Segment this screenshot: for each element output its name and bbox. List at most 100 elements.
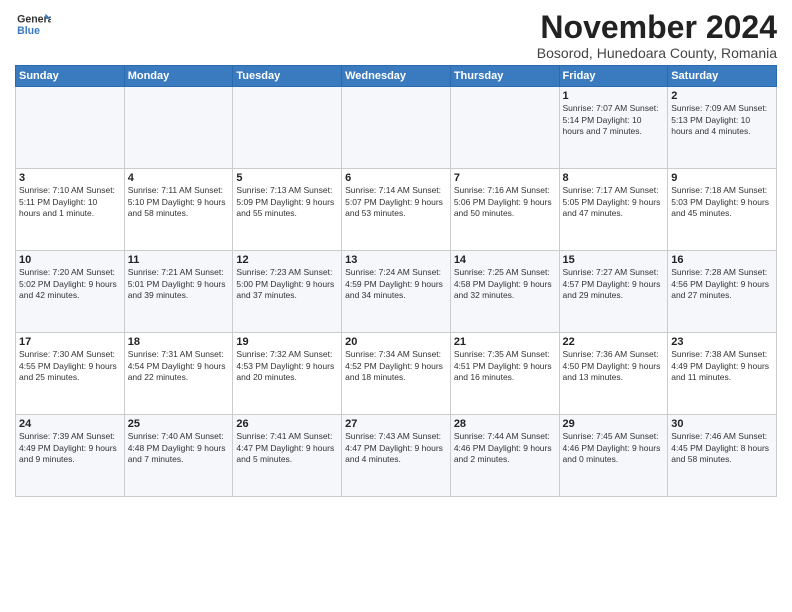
table-row: 22Sunrise: 7:36 AM Sunset: 4:50 PM Dayli…	[559, 333, 668, 415]
day-info: Sunrise: 7:46 AM Sunset: 4:45 PM Dayligh…	[671, 431, 773, 465]
header-wednesday: Wednesday	[342, 66, 451, 87]
month-title: November 2024	[537, 10, 777, 45]
header-tuesday: Tuesday	[233, 66, 342, 87]
day-info: Sunrise: 7:11 AM Sunset: 5:10 PM Dayligh…	[128, 185, 230, 219]
day-number: 2	[671, 90, 773, 102]
calendar-week-row: 10Sunrise: 7:20 AM Sunset: 5:02 PM Dayli…	[16, 251, 777, 333]
day-info: Sunrise: 7:45 AM Sunset: 4:46 PM Dayligh…	[563, 431, 665, 465]
day-info: Sunrise: 7:32 AM Sunset: 4:53 PM Dayligh…	[236, 349, 338, 383]
table-row	[233, 87, 342, 169]
table-row: 13Sunrise: 7:24 AM Sunset: 4:59 PM Dayli…	[342, 251, 451, 333]
table-row: 8Sunrise: 7:17 AM Sunset: 5:05 PM Daylig…	[559, 169, 668, 251]
table-row: 12Sunrise: 7:23 AM Sunset: 5:00 PM Dayli…	[233, 251, 342, 333]
svg-text:Blue: Blue	[17, 25, 40, 37]
day-info: Sunrise: 7:09 AM Sunset: 5:13 PM Dayligh…	[671, 103, 773, 137]
calendar-week-row: 3Sunrise: 7:10 AM Sunset: 5:11 PM Daylig…	[16, 169, 777, 251]
logo: General Blue	[15, 10, 51, 40]
table-row: 20Sunrise: 7:34 AM Sunset: 4:52 PM Dayli…	[342, 333, 451, 415]
day-number: 26	[236, 418, 338, 430]
day-info: Sunrise: 7:27 AM Sunset: 4:57 PM Dayligh…	[563, 267, 665, 301]
location-subtitle: Bosorod, Hunedoara County, Romania	[537, 45, 777, 61]
day-number: 24	[19, 418, 121, 430]
table-row: 5Sunrise: 7:13 AM Sunset: 5:09 PM Daylig…	[233, 169, 342, 251]
day-info: Sunrise: 7:36 AM Sunset: 4:50 PM Dayligh…	[563, 349, 665, 383]
table-row: 10Sunrise: 7:20 AM Sunset: 5:02 PM Dayli…	[16, 251, 125, 333]
header-friday: Friday	[559, 66, 668, 87]
day-number: 19	[236, 336, 338, 348]
day-number: 7	[454, 172, 556, 184]
day-info: Sunrise: 7:43 AM Sunset: 4:47 PM Dayligh…	[345, 431, 447, 465]
day-info: Sunrise: 7:18 AM Sunset: 5:03 PM Dayligh…	[671, 185, 773, 219]
day-info: Sunrise: 7:41 AM Sunset: 4:47 PM Dayligh…	[236, 431, 338, 465]
title-block: November 2024 Bosorod, Hunedoara County,…	[537, 10, 777, 61]
table-row: 19Sunrise: 7:32 AM Sunset: 4:53 PM Dayli…	[233, 333, 342, 415]
header-monday: Monday	[124, 66, 233, 87]
day-info: Sunrise: 7:40 AM Sunset: 4:48 PM Dayligh…	[128, 431, 230, 465]
calendar-week-row: 24Sunrise: 7:39 AM Sunset: 4:49 PM Dayli…	[16, 415, 777, 497]
day-number: 6	[345, 172, 447, 184]
day-number: 4	[128, 172, 230, 184]
day-info: Sunrise: 7:35 AM Sunset: 4:51 PM Dayligh…	[454, 349, 556, 383]
table-row: 9Sunrise: 7:18 AM Sunset: 5:03 PM Daylig…	[668, 169, 777, 251]
table-row: 23Sunrise: 7:38 AM Sunset: 4:49 PM Dayli…	[668, 333, 777, 415]
day-number: 28	[454, 418, 556, 430]
table-row: 2Sunrise: 7:09 AM Sunset: 5:13 PM Daylig…	[668, 87, 777, 169]
table-row: 18Sunrise: 7:31 AM Sunset: 4:54 PM Dayli…	[124, 333, 233, 415]
table-row	[124, 87, 233, 169]
table-row: 15Sunrise: 7:27 AM Sunset: 4:57 PM Dayli…	[559, 251, 668, 333]
day-info: Sunrise: 7:16 AM Sunset: 5:06 PM Dayligh…	[454, 185, 556, 219]
table-row	[342, 87, 451, 169]
day-info: Sunrise: 7:28 AM Sunset: 4:56 PM Dayligh…	[671, 267, 773, 301]
calendar-week-row: 17Sunrise: 7:30 AM Sunset: 4:55 PM Dayli…	[16, 333, 777, 415]
day-number: 15	[563, 254, 665, 266]
day-number: 16	[671, 254, 773, 266]
day-info: Sunrise: 7:23 AM Sunset: 5:00 PM Dayligh…	[236, 267, 338, 301]
day-info: Sunrise: 7:30 AM Sunset: 4:55 PM Dayligh…	[19, 349, 121, 383]
header-saturday: Saturday	[668, 66, 777, 87]
day-number: 25	[128, 418, 230, 430]
day-number: 12	[236, 254, 338, 266]
day-number: 17	[19, 336, 121, 348]
day-number: 10	[19, 254, 121, 266]
day-number: 22	[563, 336, 665, 348]
day-info: Sunrise: 7:07 AM Sunset: 5:14 PM Dayligh…	[563, 103, 665, 137]
table-row: 25Sunrise: 7:40 AM Sunset: 4:48 PM Dayli…	[124, 415, 233, 497]
table-row	[450, 87, 559, 169]
table-row: 14Sunrise: 7:25 AM Sunset: 4:58 PM Dayli…	[450, 251, 559, 333]
day-info: Sunrise: 7:10 AM Sunset: 5:11 PM Dayligh…	[19, 185, 121, 219]
page-container: General Blue November 2024 Bosorod, Hune…	[0, 0, 792, 502]
day-info: Sunrise: 7:39 AM Sunset: 4:49 PM Dayligh…	[19, 431, 121, 465]
day-number: 30	[671, 418, 773, 430]
table-row: 27Sunrise: 7:43 AM Sunset: 4:47 PM Dayli…	[342, 415, 451, 497]
day-number: 29	[563, 418, 665, 430]
day-number: 13	[345, 254, 447, 266]
table-row: 26Sunrise: 7:41 AM Sunset: 4:47 PM Dayli…	[233, 415, 342, 497]
table-row: 24Sunrise: 7:39 AM Sunset: 4:49 PM Dayli…	[16, 415, 125, 497]
day-info: Sunrise: 7:14 AM Sunset: 5:07 PM Dayligh…	[345, 185, 447, 219]
day-info: Sunrise: 7:25 AM Sunset: 4:58 PM Dayligh…	[454, 267, 556, 301]
table-row: 6Sunrise: 7:14 AM Sunset: 5:07 PM Daylig…	[342, 169, 451, 251]
day-number: 20	[345, 336, 447, 348]
header-thursday: Thursday	[450, 66, 559, 87]
day-info: Sunrise: 7:17 AM Sunset: 5:05 PM Dayligh…	[563, 185, 665, 219]
day-info: Sunrise: 7:20 AM Sunset: 5:02 PM Dayligh…	[19, 267, 121, 301]
day-number: 11	[128, 254, 230, 266]
day-info: Sunrise: 7:38 AM Sunset: 4:49 PM Dayligh…	[671, 349, 773, 383]
table-row: 7Sunrise: 7:16 AM Sunset: 5:06 PM Daylig…	[450, 169, 559, 251]
calendar-table: Sunday Monday Tuesday Wednesday Thursday…	[15, 65, 777, 497]
table-row: 3Sunrise: 7:10 AM Sunset: 5:11 PM Daylig…	[16, 169, 125, 251]
table-row: 17Sunrise: 7:30 AM Sunset: 4:55 PM Dayli…	[16, 333, 125, 415]
day-number: 1	[563, 90, 665, 102]
day-info: Sunrise: 7:34 AM Sunset: 4:52 PM Dayligh…	[345, 349, 447, 383]
day-number: 21	[454, 336, 556, 348]
day-info: Sunrise: 7:31 AM Sunset: 4:54 PM Dayligh…	[128, 349, 230, 383]
page-header: General Blue November 2024 Bosorod, Hune…	[15, 10, 777, 61]
table-row: 4Sunrise: 7:11 AM Sunset: 5:10 PM Daylig…	[124, 169, 233, 251]
table-row	[16, 87, 125, 169]
day-info: Sunrise: 7:13 AM Sunset: 5:09 PM Dayligh…	[236, 185, 338, 219]
table-row: 16Sunrise: 7:28 AM Sunset: 4:56 PM Dayli…	[668, 251, 777, 333]
table-row: 11Sunrise: 7:21 AM Sunset: 5:01 PM Dayli…	[124, 251, 233, 333]
day-number: 23	[671, 336, 773, 348]
day-number: 9	[671, 172, 773, 184]
day-info: Sunrise: 7:44 AM Sunset: 4:46 PM Dayligh…	[454, 431, 556, 465]
